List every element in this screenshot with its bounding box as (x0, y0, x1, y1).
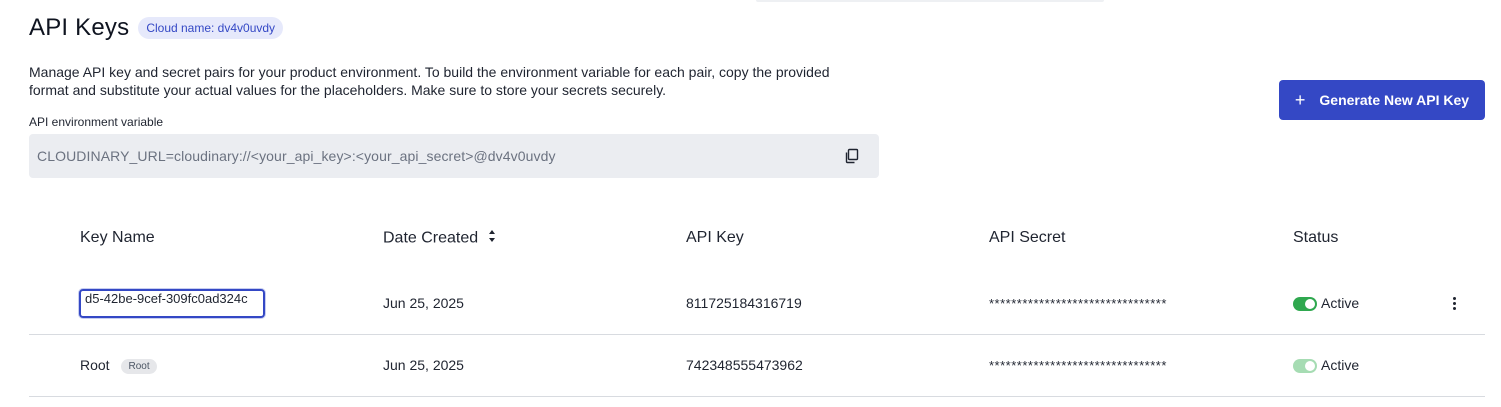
status-toggle-disabled (1293, 359, 1317, 373)
plus-icon: + (1294, 90, 1306, 110)
status-label: Active (1321, 295, 1360, 311)
cloud-name-badge: Cloud name: dv4v0uvdy (138, 17, 284, 39)
env-variable-label: API environment variable (29, 115, 164, 129)
env-variable-field[interactable]: CLOUDINARY_URL=cloudinary://<your_api_ke… (29, 134, 879, 178)
row-divider (29, 334, 1485, 335)
env-variable-value: CLOUDINARY_URL=cloudinary://<your_api_ke… (37, 148, 556, 164)
column-header-api-secret: API Secret (989, 229, 1066, 246)
key-name-input-value: d5-42be-9cef-309fc0ad324c (85, 291, 248, 306)
table-cell-date: Jun 25, 2025 (383, 295, 464, 311)
row-divider (29, 396, 1485, 397)
generate-api-key-button[interactable]: + Generate New API Key (1279, 80, 1485, 120)
column-header-status: Status (1293, 229, 1339, 246)
key-name-input[interactable]: d5-42be-9cef-309fc0ad324c (79, 289, 265, 318)
copy-icon[interactable] (843, 147, 861, 165)
column-header-date-created[interactable]: Date Created (383, 229, 496, 248)
key-name-text: Root (80, 357, 110, 373)
more-options-icon[interactable] (1446, 294, 1462, 312)
table-cell-api-secret[interactable]: ******************************** (989, 296, 1167, 311)
column-header-date-created-label: Date Created (383, 229, 479, 247)
table-cell-api-secret[interactable]: ******************************** (989, 358, 1167, 373)
column-header-key-name: Key Name (80, 229, 155, 246)
toggle-knob (1305, 299, 1315, 309)
title-row: API Keys Cloud name: dv4v0uvdy (29, 14, 284, 42)
table-cell-key-name: Root Root (80, 357, 157, 374)
page-title: API Keys (29, 14, 130, 41)
page-description: Manage API key and secret pairs for your… (29, 64, 830, 98)
generate-api-key-label: Generate New API Key (1319, 92, 1470, 108)
status-label: Active (1321, 357, 1360, 373)
top-scroll-shadow (756, 0, 1104, 2)
table-cell-api-key[interactable]: 742348555473962 (686, 357, 803, 373)
column-header-api-key: API Key (686, 229, 744, 246)
toggle-knob (1305, 361, 1315, 371)
sort-icon[interactable] (488, 229, 496, 248)
table-cell-date: Jun 25, 2025 (383, 357, 464, 373)
root-badge: Root (121, 358, 157, 374)
table-cell-api-key[interactable]: 811725184316719 (686, 295, 802, 311)
status-toggle[interactable] (1293, 297, 1317, 311)
